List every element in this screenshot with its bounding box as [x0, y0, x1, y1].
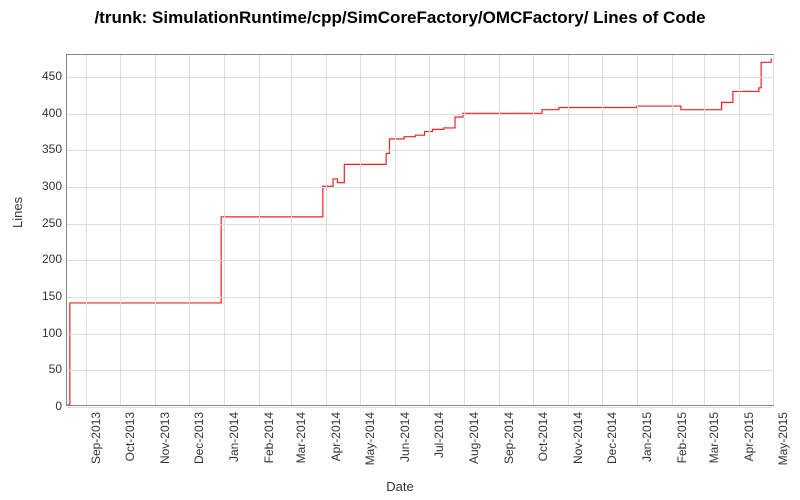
gridline-v: [189, 55, 190, 405]
x-tick-label: Sep-2013: [89, 412, 103, 464]
gridline-h: [67, 114, 773, 115]
gridline-v: [120, 55, 121, 405]
gridline-h: [67, 187, 773, 188]
x-tick-label: Feb-2014: [262, 412, 276, 463]
x-tick-label: Oct-2014: [536, 412, 550, 461]
y-tick-label: 400: [22, 106, 62, 120]
y-tick-label: 200: [22, 252, 62, 266]
x-tick-label: Nov-2014: [571, 412, 585, 464]
gridline-h: [67, 297, 773, 298]
gridline-v: [155, 55, 156, 405]
x-tick-label: Jan-2014: [227, 412, 241, 462]
y-tick-label: 300: [22, 179, 62, 193]
gridline-v: [395, 55, 396, 405]
gridline-v: [86, 55, 87, 405]
x-tick-label: Sep-2014: [502, 412, 516, 464]
x-tick-label: Dec-2013: [192, 412, 206, 464]
gridline-v: [773, 55, 774, 405]
gridline-v: [602, 55, 603, 405]
y-tick-label: 450: [22, 69, 62, 83]
x-tick-label: Oct-2013: [123, 412, 137, 461]
gridline-h: [67, 150, 773, 151]
y-tick-label: 350: [22, 142, 62, 156]
gridline-h: [67, 260, 773, 261]
x-tick-label: Nov-2013: [158, 412, 172, 464]
gridline-v: [259, 55, 260, 405]
x-tick-label: Apr-2015: [742, 412, 756, 461]
gridline-h: [67, 224, 773, 225]
gridline-v: [739, 55, 740, 405]
gridline-v: [464, 55, 465, 405]
gridline-v: [429, 55, 430, 405]
x-tick-label: May-2015: [776, 412, 790, 465]
x-tick-label: Dec-2014: [605, 412, 619, 464]
gridline-v: [637, 55, 638, 405]
gridline-v: [326, 55, 327, 405]
chart-title: /trunk: SimulationRuntime/cpp/SimCoreFac…: [0, 0, 800, 28]
y-tick-label: 150: [22, 289, 62, 303]
gridline-v: [291, 55, 292, 405]
x-tick-label: Jan-2015: [640, 412, 654, 462]
gridline-v: [568, 55, 569, 405]
y-tick-label: 250: [22, 216, 62, 230]
x-axis-label: Date: [0, 479, 800, 494]
gridline-h: [67, 407, 773, 408]
gridline-h: [67, 370, 773, 371]
gridline-v: [704, 55, 705, 405]
x-tick-label: Mar-2015: [707, 412, 721, 463]
gridline-v: [360, 55, 361, 405]
plot-area: [66, 54, 774, 406]
chart-container: Lines Date 050100150200250300350400450Se…: [0, 48, 800, 500]
x-tick-label: Jul-2014: [432, 412, 446, 458]
x-tick-label: May-2014: [363, 412, 377, 465]
y-tick-label: 50: [22, 362, 62, 376]
x-tick-label: Feb-2015: [675, 412, 689, 463]
y-tick-label: 0: [22, 399, 62, 413]
gridline-v: [672, 55, 673, 405]
x-tick-label: Apr-2014: [329, 412, 343, 461]
x-tick-label: Mar-2014: [294, 412, 308, 463]
x-tick-label: Jun-2014: [398, 412, 412, 462]
y-tick-label: 100: [22, 326, 62, 340]
gridline-h: [67, 77, 773, 78]
x-tick-label: Aug-2014: [467, 412, 481, 464]
gridline-v: [499, 55, 500, 405]
gridline-v: [224, 55, 225, 405]
gridline-h: [67, 334, 773, 335]
line-series: [67, 55, 773, 405]
gridline-v: [533, 55, 534, 405]
